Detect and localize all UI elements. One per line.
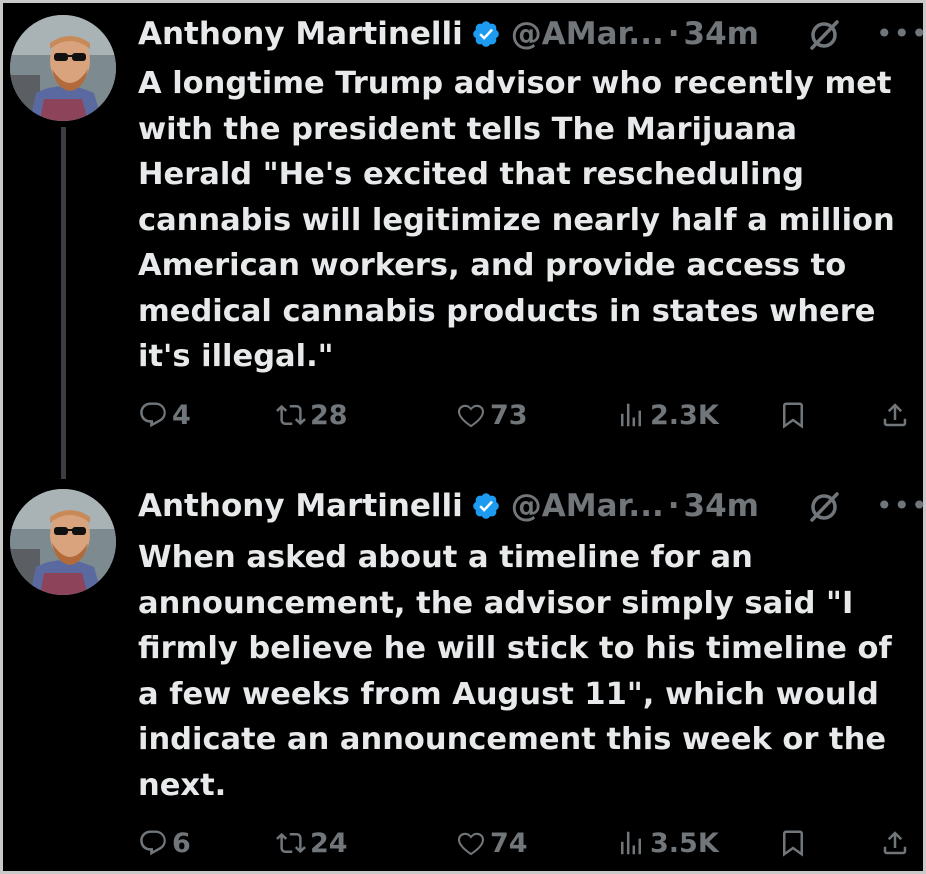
- more-options-icon[interactable]: •••: [876, 15, 926, 53]
- bookmark-icon: [783, 402, 803, 429]
- reply-button[interactable]: 4: [138, 395, 191, 435]
- reply-icon: [140, 402, 166, 428]
- like-count: 74: [490, 827, 528, 859]
- author-handle[interactable]: @AMar...: [511, 487, 664, 525]
- views-icon: [621, 831, 641, 855]
- share-button[interactable]: [880, 823, 914, 863]
- repost-icon: [276, 832, 306, 854]
- bookmark-button[interactable]: [778, 395, 812, 435]
- timestamp[interactable]: 34m: [684, 15, 759, 53]
- share-icon: [883, 403, 907, 427]
- views-icon: [621, 403, 641, 427]
- grok-icon[interactable]: [806, 17, 842, 53]
- timestamp[interactable]: 34m: [684, 487, 759, 525]
- reply-count: 4: [172, 399, 191, 431]
- heart-icon: [457, 404, 485, 428]
- tweet-actions: 6 24 74 3.5K: [138, 823, 918, 863]
- repost-icon: [276, 404, 306, 426]
- verified-badge-icon: [471, 19, 501, 49]
- reply-button[interactable]: 6: [138, 823, 191, 863]
- more-options-icon[interactable]: •••: [876, 487, 926, 525]
- reply-icon: [140, 830, 166, 856]
- separator-dot: ·: [667, 16, 680, 52]
- author-name[interactable]: Anthony Martinelli: [138, 15, 463, 53]
- view-count: 3.5K: [650, 827, 719, 859]
- views-button[interactable]: 3.5K: [616, 823, 719, 863]
- verified-badge-icon: [471, 491, 501, 521]
- reply-count: 6: [172, 827, 191, 859]
- like-button[interactable]: 73: [456, 395, 528, 435]
- like-button[interactable]: 74: [456, 823, 528, 863]
- avatar[interactable]: [10, 489, 116, 595]
- tweet-text: When asked about a timeline for an annou…: [138, 540, 892, 803]
- bookmark-icon: [783, 830, 803, 857]
- grok-icon[interactable]: [806, 489, 842, 525]
- share-icon: [883, 831, 907, 855]
- separator-dot: ·: [667, 488, 680, 524]
- tweet[interactable]: Anthony Martinelli @AMar... · 34m ••• Wh…: [3, 473, 926, 871]
- tweet-header: Anthony Martinelli @AMar... · 34m •••: [138, 15, 926, 53]
- repost-button[interactable]: 24: [276, 823, 348, 863]
- author-handle[interactable]: @AMar...: [511, 15, 664, 53]
- thread-connector-line: [61, 127, 66, 479]
- views-button[interactable]: 2.3K: [616, 395, 719, 435]
- avatar[interactable]: [10, 15, 116, 121]
- avatar-image-icon: [10, 15, 116, 121]
- tweet-header: Anthony Martinelli @AMar... · 34m •••: [138, 487, 926, 525]
- author-name[interactable]: Anthony Martinelli: [138, 487, 463, 525]
- heart-icon: [457, 832, 485, 856]
- avatar-image-icon: [10, 489, 116, 595]
- repost-button[interactable]: 28: [276, 395, 348, 435]
- tweet-text: A longtime Trump advisor who recently me…: [138, 66, 895, 374]
- like-count: 73: [490, 399, 528, 431]
- view-count: 2.3K: [650, 399, 719, 431]
- repost-count: 24: [310, 827, 348, 859]
- bookmark-button[interactable]: [778, 823, 812, 863]
- tweet[interactable]: Anthony Martinelli @AMar... · 34m ••• A …: [3, 3, 926, 479]
- tweet-actions: 4 28 73 2.3K: [138, 395, 918, 435]
- repost-count: 28: [310, 399, 348, 431]
- timeline-frame: Anthony Martinelli @AMar... · 34m ••• A …: [0, 0, 926, 874]
- share-button[interactable]: [880, 395, 914, 435]
